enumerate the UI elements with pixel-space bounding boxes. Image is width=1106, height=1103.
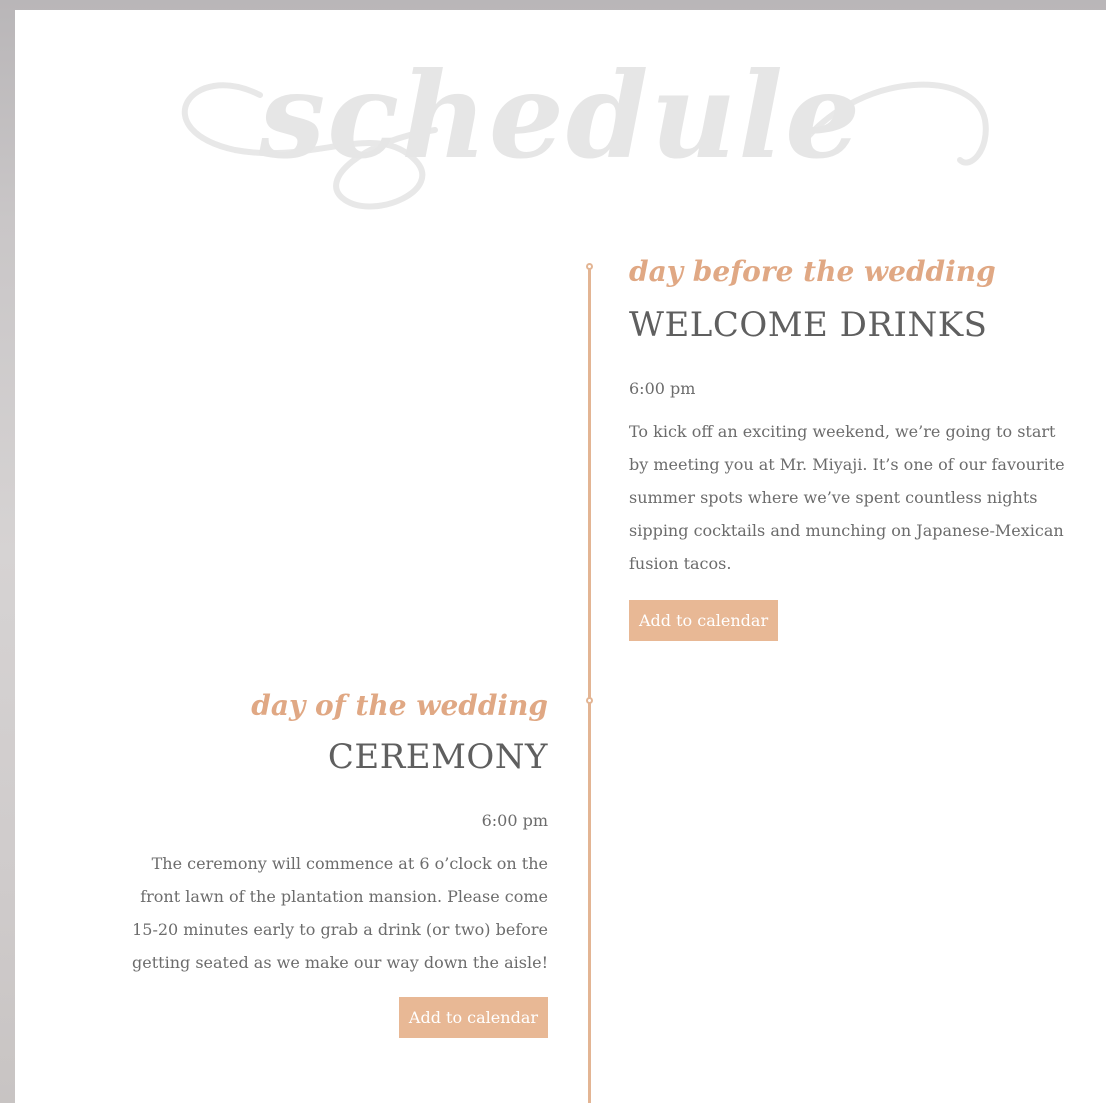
add-to-calendar-button[interactable]: Add to calendar xyxy=(629,600,779,641)
event-time: 6:00 pm xyxy=(481,811,548,830)
event-title: WELCOME DRINKS xyxy=(629,305,988,345)
event-ceremony: day of the wedding CEREMONY 6:00 pm The … xyxy=(125,689,548,1038)
timeline-node-2 xyxy=(586,697,593,704)
event-day-label: day of the wedding xyxy=(251,689,548,722)
event-description: To kick off an exciting weekend, we’re g… xyxy=(629,422,1065,573)
schedule-panel: schedule day before the wedding WELCOME … xyxy=(15,10,1106,1103)
event-welcome-drinks: day before the wedding WELCOME DRINKS 6:… xyxy=(629,255,1069,641)
schedule-title: schedule xyxy=(258,46,863,185)
schedule-heading: schedule xyxy=(15,10,1106,220)
event-description: The ceremony will commence at 6 o’clock … xyxy=(132,854,548,972)
event-title: CEREMONY xyxy=(327,737,548,777)
event-time: 6:00 pm xyxy=(629,379,696,398)
add-to-calendar-button[interactable]: Add to calendar xyxy=(398,997,548,1038)
timeline-node-1 xyxy=(586,263,593,270)
timeline-line xyxy=(588,268,591,1103)
event-day-label: day before the wedding xyxy=(629,255,996,288)
